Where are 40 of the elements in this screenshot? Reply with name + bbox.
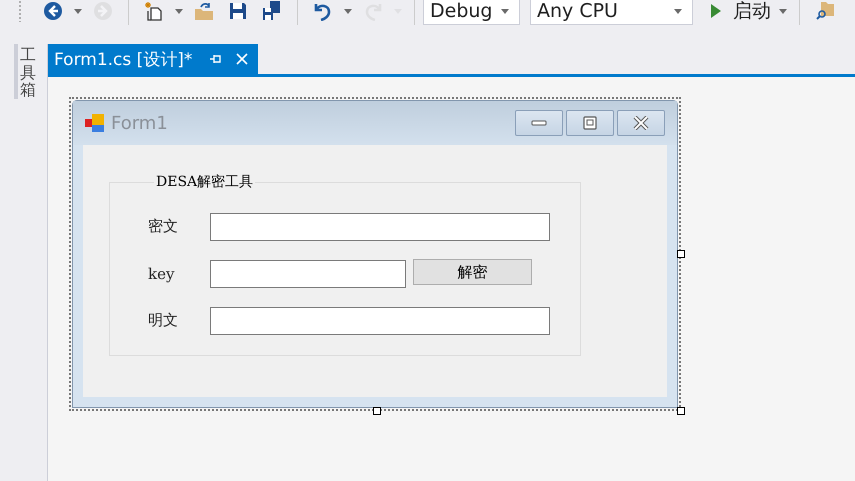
text-field[interactable] <box>210 260 406 288</box>
caret-icon <box>674 8 682 14</box>
caret-icon[interactable] <box>175 8 183 14</box>
open-folder-icon[interactable] <box>194 1 214 21</box>
platform-dropdown[interactable]: Any CPU <box>530 0 693 25</box>
maximize-icon <box>583 116 597 130</box>
configuration-dropdown[interactable]: Debug <box>423 0 520 25</box>
field-label: key <box>148 264 176 282</box>
save-all-icon[interactable] <box>262 1 282 21</box>
app-icon <box>85 113 105 133</box>
resize-handle[interactable] <box>677 250 685 258</box>
document-tab[interactable]: Form1.cs [设计]* <box>48 44 258 74</box>
resize-handle[interactable] <box>373 407 381 415</box>
close-button[interactable] <box>617 110 665 136</box>
form-title: Form1 <box>111 112 168 134</box>
decrypt-button[interactable]: 解密 <box>413 259 532 285</box>
find-in-files-icon[interactable] <box>815 1 835 21</box>
text-field[interactable] <box>210 306 550 334</box>
caret-icon[interactable] <box>344 8 352 14</box>
undo-icon[interactable] <box>313 1 333 21</box>
close-icon <box>632 116 650 130</box>
play-icon <box>711 4 721 18</box>
grip-icon <box>18 0 22 22</box>
caret-icon[interactable] <box>779 8 787 14</box>
field-label: 密文 <box>148 217 179 236</box>
save-icon[interactable] <box>228 1 248 21</box>
start-button[interactable]: 启动 <box>703 0 775 24</box>
field-label: 明文 <box>148 311 179 330</box>
text-field[interactable] <box>210 212 550 240</box>
toolbox-tab[interactable]: 工具箱 <box>14 44 40 99</box>
minimize-icon <box>530 119 548 127</box>
maximize-button[interactable] <box>566 110 614 136</box>
pin-icon[interactable] <box>210 54 222 64</box>
new-file-icon[interactable] <box>144 1 164 21</box>
caret-icon <box>501 8 509 14</box>
caret-icon[interactable] <box>74 8 82 14</box>
close-icon[interactable] <box>236 53 248 65</box>
minimize-button[interactable] <box>515 110 563 136</box>
resize-handle[interactable] <box>677 407 685 415</box>
group-title: DESA解密工具 <box>155 173 254 191</box>
